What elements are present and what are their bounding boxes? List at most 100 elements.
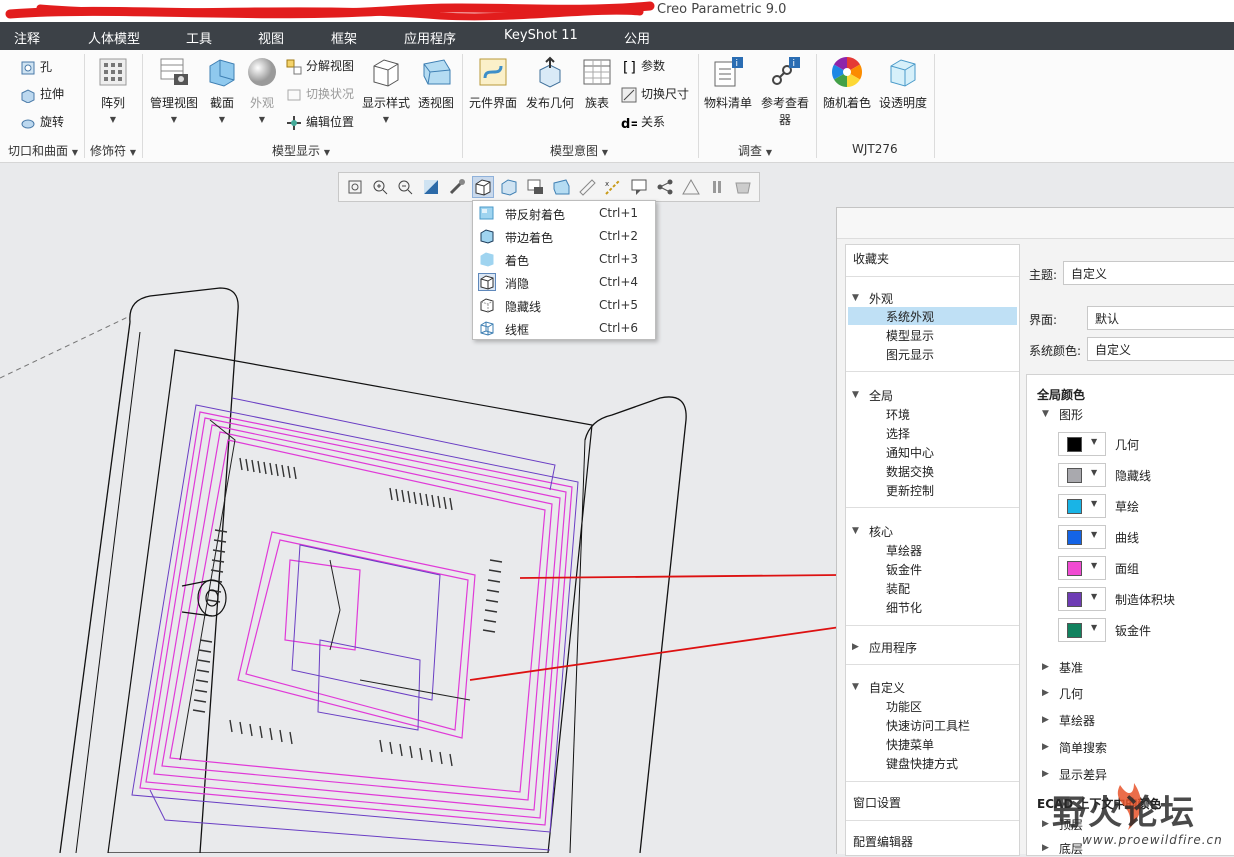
spin-center-button[interactable] xyxy=(447,177,467,197)
display-style-toolbar-button[interactable] xyxy=(472,176,494,198)
tab-common[interactable]: 公用 xyxy=(624,28,650,47)
nav-window-settings[interactable]: 窗口设置 xyxy=(853,794,901,811)
expand-arrow-icon[interactable]: ▼ xyxy=(852,293,859,303)
menu-item-no-hidden[interactable]: 消隐 Ctrl+4 xyxy=(473,271,655,294)
nav-keyboard-shortcuts[interactable]: 键盘快捷方式 xyxy=(886,755,958,772)
array-button[interactable]: 阵列 ▼ xyxy=(92,56,134,125)
nav-applications[interactable]: 应用程序 xyxy=(869,639,917,656)
tab-tools[interactable]: 工具 xyxy=(186,28,212,47)
collapse-arrow-icon[interactable]: ▶ xyxy=(1042,769,1049,779)
nav-model-display[interactable]: 模型显示 xyxy=(886,327,934,344)
nav-environment[interactable]: 环境 xyxy=(886,406,910,423)
tree-datum[interactable]: 基准 xyxy=(1059,659,1083,676)
appearance-button[interactable]: 外观 ▼ xyxy=(244,56,280,125)
group-label-modifier[interactable]: 修饰符 ▼ xyxy=(90,142,136,159)
datum-display-button[interactable]: x xyxy=(603,177,623,197)
nav-sketcher[interactable]: 草绘器 xyxy=(886,542,922,559)
group-label-investigate[interactable]: 调查 ▼ xyxy=(738,142,772,159)
parameters-button[interactable]: [] 参数 xyxy=(621,57,665,76)
perspective-button[interactable]: 透视图 xyxy=(414,56,458,111)
collapse-arrow-icon[interactable]: ▶ xyxy=(1042,742,1049,752)
menu-item-shading[interactable]: 着色 Ctrl+3 xyxy=(473,248,655,271)
warning-button[interactable] xyxy=(681,177,701,197)
menu-item-wireframe[interactable]: 线框 Ctrl+6 xyxy=(473,317,655,340)
collapse-arrow-icon[interactable]: ▶ xyxy=(852,642,859,652)
refit-button[interactable] xyxy=(345,177,365,197)
tab-keyshot[interactable]: KeyShot 11 xyxy=(504,28,578,43)
expand-arrow-icon[interactable]: ▼ xyxy=(852,526,859,536)
random-color-button[interactable]: 随机着色 xyxy=(820,56,874,111)
nav-ribbon[interactable]: 功能区 xyxy=(886,698,922,715)
color-swatch-quilt[interactable]: ▼ xyxy=(1058,556,1106,580)
color-swatch-hidden-line[interactable]: ▼ xyxy=(1058,463,1106,487)
perspective-toolbar-button[interactable] xyxy=(551,177,571,197)
nav-quick-access-toolbar[interactable]: 快速访问工具栏 xyxy=(886,717,970,734)
collapse-arrow-icon[interactable]: ▶ xyxy=(1042,662,1049,672)
nav-data-exchange[interactable]: 数据交换 xyxy=(886,463,934,480)
menu-item-hidden-line[interactable]: 隐藏线 Ctrl+5 xyxy=(473,294,655,317)
collapse-arrow-icon[interactable]: ▶ xyxy=(1042,688,1049,698)
theme-select[interactable]: 自定义 xyxy=(1063,261,1234,285)
nav-config-editor[interactable]: 配置编辑器 xyxy=(853,833,913,850)
expand-arrow-icon[interactable]: ▼ xyxy=(852,682,859,692)
tab-view[interactable]: 视图 xyxy=(258,28,284,47)
toggle-dimensions-button[interactable]: 切换尺寸 xyxy=(621,85,689,103)
manage-view-button[interactable]: 管理视图 ▼ xyxy=(148,56,200,125)
bom-button[interactable]: i 物料清单 xyxy=(702,56,754,111)
nav-customize[interactable]: 自定义 xyxy=(869,679,905,696)
publish-geometry-button[interactable]: 发布几何 xyxy=(523,56,577,111)
tab-human-model[interactable]: 人体模型 xyxy=(88,28,140,47)
nav-system-appearance[interactable]: 系统外观 xyxy=(886,308,934,325)
color-swatch-sketch[interactable]: ▼ xyxy=(1058,494,1106,518)
tab-applications[interactable]: 应用程序 xyxy=(404,28,456,47)
tree-sketcher[interactable]: 草绘器 xyxy=(1059,712,1095,729)
nav-global[interactable]: 全局 xyxy=(869,387,893,404)
nav-sheetmetal[interactable]: 钣金件 xyxy=(886,561,922,578)
nav-entity-display[interactable]: 图元显示 xyxy=(886,346,934,363)
tab-annotate[interactable]: 注释 xyxy=(14,28,40,47)
family-table-button[interactable]: 族表 xyxy=(580,56,614,111)
tree-simple-search[interactable]: 简单搜索 xyxy=(1059,739,1107,756)
system-color-select[interactable]: 自定义 xyxy=(1087,337,1234,361)
view-manager-button[interactable] xyxy=(525,177,545,197)
collapse-arrow-icon[interactable]: ▶ xyxy=(1042,715,1049,725)
ui-select[interactable]: 默认 xyxy=(1087,306,1234,330)
expand-arrow-icon[interactable]: ▼ xyxy=(1042,409,1049,419)
regenerate-button[interactable] xyxy=(733,177,753,197)
nav-detailing[interactable]: 细节化 xyxy=(886,599,922,616)
tab-frame[interactable]: 框架 xyxy=(331,28,357,47)
relations-button[interactable]: d= 关系 xyxy=(621,113,665,132)
explode-view-button[interactable]: 分解视图 xyxy=(286,57,354,75)
zoom-in-button[interactable] xyxy=(370,177,390,197)
set-transparency-button[interactable]: 设透明度 xyxy=(876,56,930,111)
menu-item-shading-reflections[interactable]: 带反射着色 Ctrl+1 xyxy=(473,202,655,225)
extrude-button[interactable]: 拉伸 xyxy=(20,85,64,104)
graphics-group-label[interactable]: 图形 xyxy=(1059,406,1083,423)
group-label-model-display[interactable]: 模型显示 ▼ xyxy=(272,142,330,159)
nav-assembly[interactable]: 装配 xyxy=(886,580,910,597)
color-swatch-sheetmetal[interactable]: ▼ xyxy=(1058,618,1106,642)
display-style-button[interactable]: 显示样式 ▼ xyxy=(360,56,412,125)
section-button[interactable]: 截面 ▼ xyxy=(204,56,240,125)
color-swatch-geometry[interactable]: ▼ xyxy=(1058,432,1106,456)
group-label-cut-surface[interactable]: 切口和曲面 ▼ xyxy=(8,142,78,159)
pause-button[interactable] xyxy=(707,177,727,197)
edit-position-button[interactable]: 编辑位置 xyxy=(286,113,354,131)
color-swatch-curve[interactable]: ▼ xyxy=(1058,525,1106,549)
hole-button[interactable]: 孔 xyxy=(20,58,52,76)
saved-orientations-button[interactable] xyxy=(499,177,519,197)
nav-favorites[interactable]: 收藏夹 xyxy=(853,250,889,267)
annotation-display-button[interactable] xyxy=(629,177,649,197)
nav-selection[interactable]: 选择 xyxy=(886,425,910,442)
nav-shortcut-menu[interactable]: 快捷菜单 xyxy=(886,736,934,753)
nav-notification-center[interactable]: 通知中心 xyxy=(886,444,934,461)
nav-update-control[interactable]: 更新控制 xyxy=(886,482,934,499)
revolve-button[interactable]: 旋转 xyxy=(20,113,64,131)
section-toolbar-button[interactable] xyxy=(577,177,597,197)
zoom-out-button[interactable] xyxy=(395,177,415,197)
color-swatch-mfg-volume[interactable]: ▼ xyxy=(1058,587,1106,611)
repaint-button[interactable] xyxy=(421,177,441,197)
toggle-state-button[interactable]: 切换状况 xyxy=(286,85,354,103)
menu-item-shading-edges[interactable]: 带边着色 Ctrl+2 xyxy=(473,225,655,248)
nav-core[interactable]: 核心 xyxy=(869,523,893,540)
